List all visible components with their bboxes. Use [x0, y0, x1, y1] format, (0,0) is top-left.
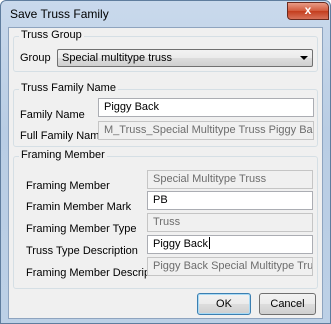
ok-button[interactable]: OK	[197, 293, 251, 315]
group-label: Group	[20, 52, 51, 64]
framing-member-label: Framing Member	[26, 180, 110, 192]
dialog-client-area: Truss Group Group Special multitype trus…	[8, 27, 323, 319]
group-select[interactable]: Special multitype truss	[57, 49, 313, 67]
cancel-button[interactable]: Cancel	[259, 293, 316, 315]
save-truss-family-dialog: Save Truss Family x Truss Group Group Sp…	[0, 0, 331, 324]
framing-member-description-field: Piggy Back Special Multitype Truss	[147, 257, 313, 276]
truss-type-description-label: Truss Type Description	[26, 245, 138, 257]
framing-member-mark-input[interactable]: PB	[147, 191, 313, 210]
chevron-down-icon	[300, 56, 308, 60]
framing-member-type-field: Truss	[147, 213, 313, 232]
family-name-label: Family Name	[20, 109, 85, 121]
framing-member-mark-label: Framin Member Mark	[26, 201, 132, 213]
text-cursor	[209, 237, 211, 249]
group-select-value: Special multitype truss	[62, 52, 173, 64]
title-bar[interactable]: Save Truss Family x	[1, 1, 330, 27]
framing-member-field: Special Multitype Truss	[147, 170, 313, 189]
close-icon: x	[304, 3, 312, 17]
truss-family-name-section: Truss Family Name Family Name Piggy Back…	[13, 82, 318, 147]
framing-member-section: Framing Member Framing Member Special Mu…	[13, 149, 318, 289]
full-family-name-label: Full Family Name	[20, 130, 106, 142]
close-button[interactable]: x	[287, 2, 329, 20]
framing-member-legend: Framing Member	[19, 149, 107, 161]
framing-member-type-label: Framing Member Type	[26, 223, 137, 235]
truss-type-description-value: Piggy Back	[153, 238, 209, 250]
truss-group-legend: Truss Group	[19, 29, 84, 41]
truss-group-section: Truss Group Group Special multitype trus…	[13, 29, 318, 72]
full-family-name-field: M_Truss_Special Multitype Truss Piggy Ba…	[98, 121, 314, 140]
window-title: Save Truss Family	[10, 7, 109, 21]
truss-family-name-legend: Truss Family Name	[19, 82, 118, 94]
truss-type-description-input[interactable]: Piggy Back	[147, 235, 313, 254]
family-name-input[interactable]: Piggy Back	[98, 98, 314, 117]
